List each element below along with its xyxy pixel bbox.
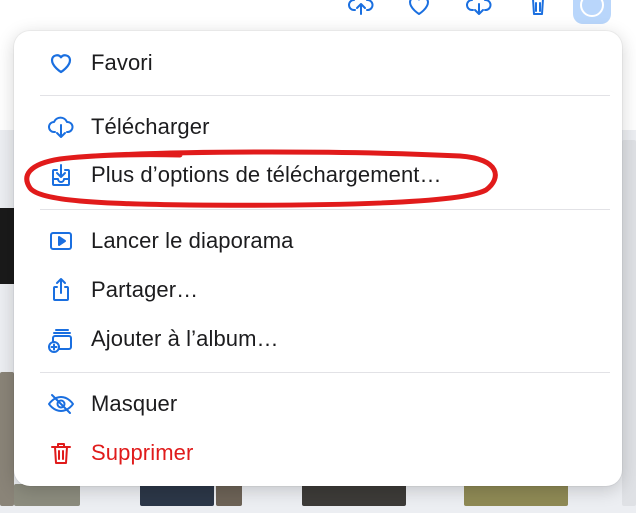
photo-thumbnail[interactable] bbox=[0, 372, 14, 506]
menu-divider bbox=[40, 95, 610, 96]
photo-thumbnail[interactable] bbox=[464, 484, 568, 506]
menu-item-label: Télécharger bbox=[91, 114, 210, 139]
menu-divider bbox=[40, 372, 610, 373]
heart-icon bbox=[45, 47, 77, 79]
menu-item-add-to-album[interactable]: Ajouter à l’album… bbox=[14, 317, 622, 361]
menu-item-slideshow[interactable]: Lancer le diaporama bbox=[14, 219, 622, 263]
menu-item-label: Ajouter à l’album… bbox=[91, 326, 279, 351]
cloud-download-icon bbox=[45, 111, 77, 143]
photo-thumbnail[interactable] bbox=[0, 208, 14, 284]
share-icon bbox=[45, 274, 77, 306]
menu-item-download[interactable]: Télécharger bbox=[14, 105, 622, 149]
photo-thumbnail[interactable] bbox=[622, 140, 636, 506]
play-icon bbox=[45, 225, 77, 257]
trash-icon bbox=[45, 437, 77, 469]
menu-item-label: Partager… bbox=[91, 277, 199, 302]
menu-item-label: Plus d’options de téléchargement… bbox=[91, 162, 442, 187]
context-menu: Favori Télécharger Plus d’options de tél… bbox=[14, 31, 622, 486]
photo-thumbnail[interactable] bbox=[14, 484, 80, 506]
more-button[interactable] bbox=[573, 0, 611, 24]
menu-item-label: Favori bbox=[91, 50, 153, 75]
menu-item-delete[interactable]: Supprimer bbox=[14, 431, 622, 475]
eye-slash-icon bbox=[45, 388, 77, 420]
menu-item-hide[interactable]: Masquer bbox=[14, 382, 622, 426]
heart-icon[interactable] bbox=[402, 0, 436, 18]
more-icon bbox=[580, 0, 604, 17]
menu-item-favorite[interactable]: Favori bbox=[14, 41, 622, 85]
trash-icon[interactable] bbox=[521, 0, 555, 18]
menu-item-share[interactable]: Partager… bbox=[14, 268, 622, 312]
cloud-upload-icon[interactable] bbox=[344, 0, 378, 18]
photo-thumbnail[interactable] bbox=[140, 484, 214, 506]
menu-item-label: Supprimer bbox=[91, 440, 194, 465]
menu-item-label: Lancer le diaporama bbox=[91, 228, 294, 253]
download-tray-icon bbox=[45, 159, 77, 191]
cloud-download-icon[interactable] bbox=[462, 0, 496, 18]
menu-divider bbox=[40, 209, 610, 210]
menu-item-more-download-options[interactable]: Plus d’options de téléchargement… bbox=[14, 153, 622, 197]
add-album-icon bbox=[45, 323, 77, 355]
photo-thumbnail[interactable] bbox=[302, 484, 406, 506]
menu-item-label: Masquer bbox=[91, 391, 178, 416]
photo-thumbnail[interactable] bbox=[216, 484, 242, 506]
